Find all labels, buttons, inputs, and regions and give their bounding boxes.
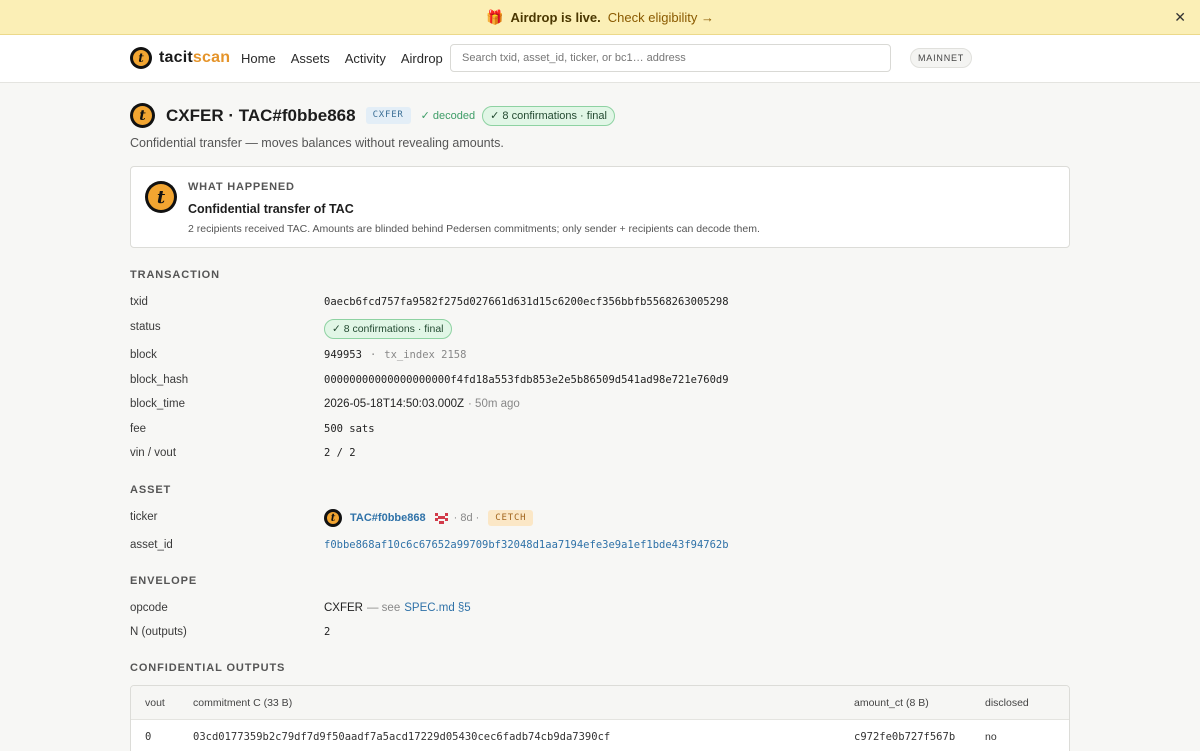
page-header: t CXFER · TAC#f0bbe868 CXFER ✓ decoded ✓… [130, 103, 615, 128]
table-row-amount-ct: c972fe0b727f567b [854, 731, 956, 743]
decoded-status: ✓ decoded [420, 110, 476, 122]
section-confidential-outputs: CONFIDENTIAL OUTPUTS [130, 662, 286, 674]
n-outputs-value: 2 [324, 626, 331, 638]
brand-logo-link[interactable]: t tacitscan [130, 47, 230, 69]
nav-home[interactable]: Home [241, 51, 276, 66]
tx-index: tx_index 2158 [384, 349, 467, 361]
nav-activity[interactable]: Activity [345, 51, 386, 66]
block-time-ago: · 50m ago [468, 398, 520, 410]
airdrop-banner: 🎁 Airdrop is live. Check eligibility → ✕ [0, 0, 1200, 35]
page-subtitle: Confidential transfer — moves balances w… [130, 136, 504, 150]
txid-value[interactable]: 0aecb6fcd757fa9582f275d027661d631d15c620… [324, 296, 729, 308]
status-label: status [130, 321, 161, 333]
block-time-value: 2026-05-18T14:50:03.000Z · 50m ago [324, 398, 520, 410]
block-value: 949953 · tx_index 2158 [324, 349, 466, 361]
opcode-see: — see [366, 602, 401, 614]
tacit-logo-icon: t [145, 181, 177, 213]
block-hash-label: block_hash [130, 374, 189, 386]
block-hash-value[interactable]: 00000000000000000000f4fd18a553fdb853e2e5… [324, 374, 729, 386]
top-nav: t tacitscan Home Assets Activity Airdrop… [0, 35, 1200, 83]
what-happened-headline: Confidential transfer of TAC [188, 202, 354, 216]
fee-value: 500 sats [324, 423, 375, 435]
status-value: ✓ 8 confirmations · final [324, 319, 452, 339]
close-icon[interactable]: ✕ [1174, 9, 1186, 26]
block-height[interactable]: 949953 [324, 349, 362, 361]
vin-vout-label: vin / vout [130, 447, 177, 459]
pixel-avatar-icon [434, 512, 448, 524]
column-header-commitment: commitment C (33 B) [193, 697, 293, 709]
status-badge: ✓ 8 confirmations · final [324, 319, 452, 339]
ticker-label: ticker [130, 511, 158, 523]
column-header-vout: vout [145, 697, 165, 709]
nav-links: Home Assets Activity Airdrop [241, 51, 458, 66]
table-row-disclosed: no [985, 731, 997, 743]
tacit-logo-icon: t [324, 509, 342, 527]
column-header-disclosed: disclosed [985, 697, 1029, 709]
check-eligibility-link[interactable]: Check eligibility → [608, 10, 714, 25]
opcode-label: opcode [130, 602, 168, 614]
table-row-commitment: 03cd0177359b2c79df7d9f50aadf7a5acd17229d… [193, 731, 611, 743]
asset-id-label: asset_id [130, 539, 173, 551]
gift-icon: 🎁 [486, 8, 504, 25]
nav-airdrop[interactable]: Airdrop [401, 51, 443, 66]
section-envelope: ENVELOPE [130, 575, 198, 587]
opcode-value: CXFER — see SPEC.md §5 [324, 602, 471, 614]
column-header-amount-ct: amount_ct (8 B) [854, 697, 929, 709]
cetch-badge: CETCH [488, 510, 534, 526]
op-badge: CXFER [365, 107, 411, 124]
table-row-vout[interactable]: 0 [145, 720, 151, 751]
ticker-value: t TAC#f0bbe868 · 8d · CETCH [324, 509, 534, 527]
confirmations-badge: ✓ 8 confirmations · final [482, 105, 615, 126]
block-separator: · [369, 349, 377, 361]
what-happened-description: 2 recipients received TAC. Amounts are b… [188, 223, 760, 235]
brand-name: tacitscan [159, 49, 231, 66]
search-input[interactable] [450, 44, 891, 72]
section-transaction: TRANSACTION [130, 269, 220, 281]
tacit-logo-icon: t [130, 47, 152, 69]
section-asset: ASSET [130, 484, 172, 496]
block-time: 2026-05-18T14:50:03.000Z [324, 398, 465, 410]
block-time-label: block_time [130, 398, 185, 410]
vin-vout-value: 2 / 2 [324, 447, 356, 459]
asset-age: · 8d · [453, 512, 480, 524]
asset-id-link[interactable]: f0bbe868af10c6c67652a99709bf32048d1aa719… [324, 539, 729, 551]
ticker-link[interactable]: TAC#f0bbe868 [350, 512, 426, 524]
tacit-logo-icon: t [130, 103, 155, 128]
fee-label: fee [130, 423, 146, 435]
banner-text: Airdrop is live. [510, 9, 601, 25]
n-outputs-label: N (outputs) [130, 626, 187, 638]
nav-assets[interactable]: Assets [291, 51, 330, 66]
what-happened-kicker: WHAT HAPPENED [188, 181, 295, 193]
block-label: block [130, 349, 157, 361]
outputs-table: vout commitment C (33 B) amount_ct (8 B)… [130, 685, 1070, 751]
what-happened-card: t WHAT HAPPENED Confidential transfer of… [130, 166, 1070, 248]
spec-link[interactable]: SPEC.md §5 [404, 602, 470, 614]
opcode: CXFER [324, 602, 363, 614]
page-title: CXFER · TAC#f0bbe868 [166, 105, 356, 125]
network-badge[interactable]: MAINNET [910, 48, 973, 68]
txid-label: txid [130, 296, 148, 308]
